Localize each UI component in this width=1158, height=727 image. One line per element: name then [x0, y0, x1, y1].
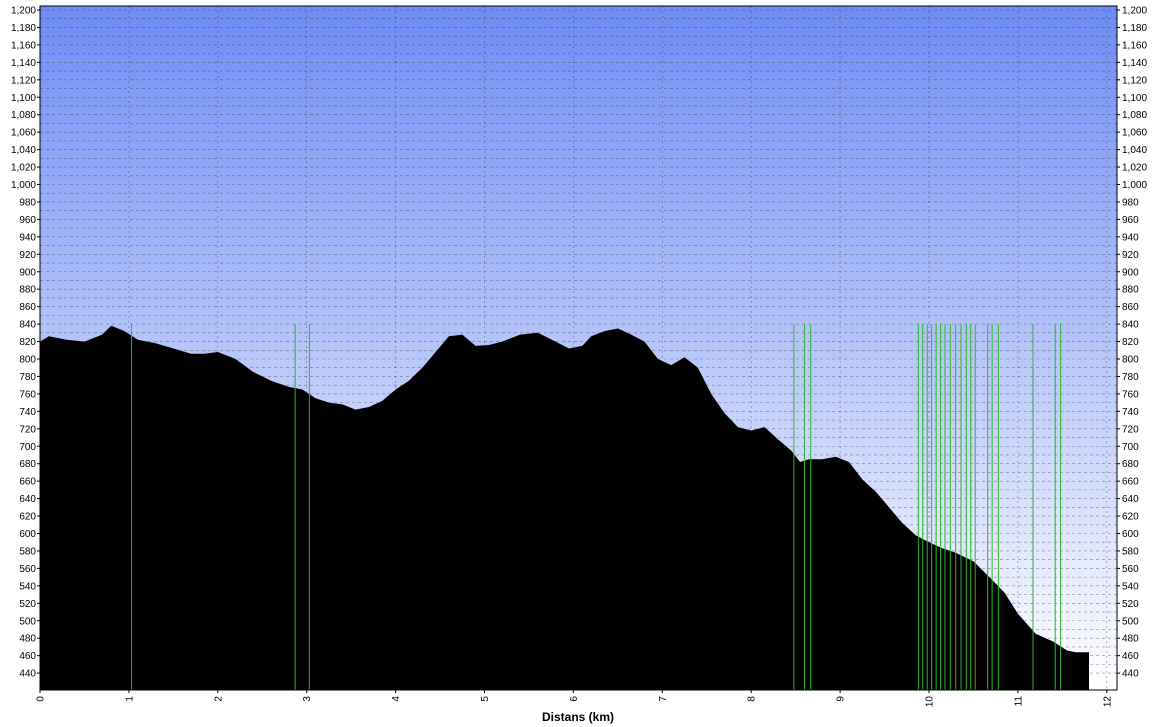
y-tick-label: 1,020: [11, 163, 36, 174]
y-tick-label-right: 1,120: [1122, 75, 1147, 86]
y-tick-label: 780: [19, 372, 36, 383]
y-tick-label-right: 1,040: [1122, 145, 1147, 156]
y-tick-label-right: 1,020: [1122, 163, 1147, 174]
y-tick-label-right: 1,000: [1122, 180, 1147, 191]
y-tick-label: 540: [19, 581, 36, 592]
y-tick-label: 820: [19, 337, 36, 348]
y-tick-label-right: 960: [1122, 215, 1139, 226]
y-tick-label-right: 540: [1122, 581, 1139, 592]
y-tick-label: 520: [19, 599, 36, 610]
y-tick-label-right: 780: [1122, 372, 1139, 383]
y-tick-label: 580: [19, 546, 36, 557]
y-tick-label-right: 1,200: [1122, 6, 1147, 17]
y-tick-label-right: 1,060: [1122, 128, 1147, 139]
y-tick-label: 1,080: [11, 110, 36, 121]
y-tick-label: 860: [19, 302, 36, 313]
elevation-chart: 4404604805005205405605806006206406606807…: [11, 5, 1147, 724]
x-tick-label: 6: [569, 696, 580, 702]
y-tick-label: 700: [19, 442, 36, 453]
x-tick-label: 11: [1013, 696, 1024, 707]
y-tick-label: 440: [19, 669, 36, 680]
y-tick-label-right: 1,160: [1122, 40, 1147, 51]
y-tick-label-right: 900: [1122, 267, 1139, 278]
y-tick-label-right: 640: [1122, 494, 1139, 505]
y-axis-right: 440 460 480 500 520 540 560 580 600 620 640 660 680 7…: [1117, 6, 1147, 680]
y-tick-label-right: 720: [1122, 424, 1139, 435]
y-tick-label-right: 820: [1122, 337, 1139, 348]
x-tick-label: 5: [480, 696, 491, 702]
x-tick-label: 1: [124, 696, 135, 702]
y-tick-label: 500: [19, 616, 36, 627]
y-tick-label: 660: [19, 477, 36, 488]
y-tick-label-right: 840: [1122, 320, 1139, 331]
y-tick-label-right: 660: [1122, 477, 1139, 488]
y-tick-label-right: 500: [1122, 616, 1139, 627]
y-tick-label: 1,060: [11, 128, 36, 139]
y-tick-label-right: 1,180: [1122, 23, 1147, 34]
y-tick-label-right: 740: [1122, 407, 1139, 418]
y-tick-label-right: 600: [1122, 529, 1139, 540]
x-axis: 0 1 2 3 4 5 6 7 8 9 10 11 12: [36, 690, 1113, 708]
x-tick-label: 12: [1102, 696, 1113, 708]
x-tick-label: 4: [391, 696, 402, 702]
y-tick-label-right: 440: [1122, 669, 1139, 680]
y-tick-label-right: 760: [1122, 389, 1139, 400]
y-tick-label: 1,180: [11, 23, 36, 34]
y-tick-label: 640: [19, 494, 36, 505]
y-tick-label: 800: [19, 355, 36, 366]
y-tick-label-right: 580: [1122, 546, 1139, 557]
y-tick-label-right: 480: [1122, 634, 1139, 645]
y-tick-label-right: 880: [1122, 285, 1139, 296]
y-tick-label: 1,140: [11, 58, 36, 69]
y-tick-label-right: 800: [1122, 355, 1139, 366]
y-tick-label: 940: [19, 232, 36, 243]
y-tick-label: 900: [19, 267, 36, 278]
y-tick-label: 720: [19, 424, 36, 435]
y-tick-label-right: 1,080: [1122, 110, 1147, 121]
y-tick-label-right: 700: [1122, 442, 1139, 453]
y-tick-label: 920: [19, 250, 36, 261]
y-tick-label: 1,120: [11, 75, 36, 86]
y-tick-label-right: 560: [1122, 564, 1139, 575]
y-tick-label: 560: [19, 564, 36, 575]
y-tick-label-right: 1,140: [1122, 58, 1147, 69]
y-tick-label: 740: [19, 407, 36, 418]
y-tick-label: 1,160: [11, 40, 36, 51]
y-tick-label-right: 680: [1122, 459, 1139, 470]
y-tick-label: 1,100: [11, 93, 36, 104]
y-tick-label-right: 1,100: [1122, 93, 1147, 104]
y-tick-label: 960: [19, 215, 36, 226]
y-tick-label: 880: [19, 285, 36, 296]
y-tick-label: 1,200: [11, 6, 36, 17]
y-tick-label-right: 980: [1122, 197, 1139, 208]
y-tick-label: 1,000: [11, 180, 36, 191]
x-tick-label: 10: [925, 696, 936, 708]
x-tick-label: 3: [302, 696, 313, 702]
x-tick-label: 7: [658, 696, 669, 702]
y-tick-label: 620: [19, 512, 36, 523]
x-tick-label: 0: [36, 696, 47, 702]
y-tick-label: 840: [19, 320, 36, 331]
y-tick-label-right: 520: [1122, 599, 1139, 610]
y-tick-label-right: 920: [1122, 250, 1139, 261]
x-tick-label: 9: [836, 696, 847, 702]
y-tick-label: 460: [19, 651, 36, 662]
y-tick-label: 480: [19, 634, 36, 645]
y-tick-label: 1,040: [11, 145, 36, 156]
y-tick-label: 680: [19, 459, 36, 470]
y-tick-label-right: 620: [1122, 512, 1139, 523]
x-axis-title: Distans (km): [542, 710, 614, 724]
y-tick-label-right: 460: [1122, 651, 1139, 662]
y-tick-label: 980: [19, 197, 36, 208]
y-tick-label: 600: [19, 529, 36, 540]
x-tick-label: 2: [213, 696, 224, 702]
x-tick-label: 8: [747, 696, 758, 702]
y-tick-label-right: 860: [1122, 302, 1139, 313]
y-axis-left: 440 460 480 500 520 540 560 580 600 620 640 660 680 7…: [11, 6, 40, 680]
y-tick-label-right: 940: [1122, 232, 1139, 243]
y-tick-label: 760: [19, 389, 36, 400]
